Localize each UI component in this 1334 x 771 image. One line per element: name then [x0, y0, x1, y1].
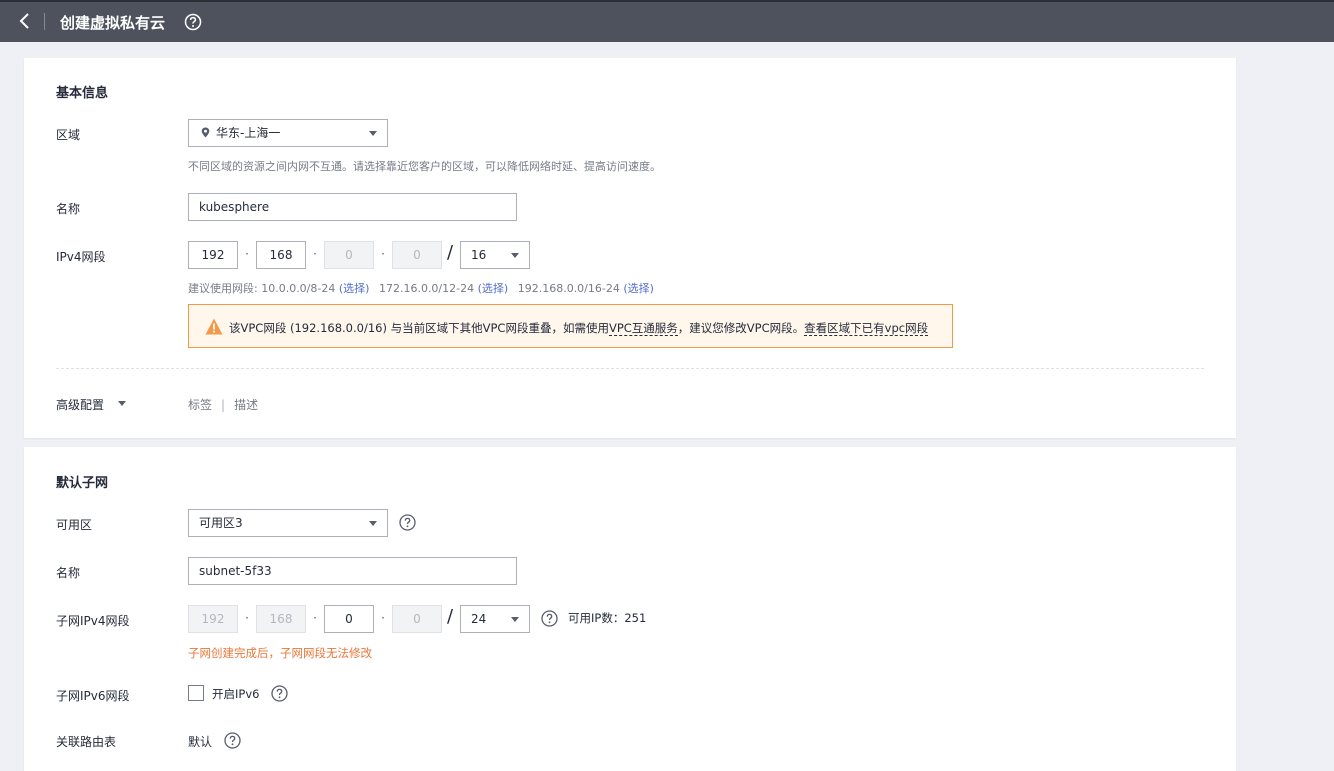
- az-select[interactable]: 可用区3: [188, 509, 388, 537]
- caret-down-icon: [369, 131, 377, 136]
- advanced-item-description: 描述: [234, 398, 259, 412]
- subnet-name-input[interactable]: subnet-5f33: [188, 557, 517, 585]
- subnet-ip-octet-2: 168: [256, 605, 306, 633]
- suggested-ranges: 建议使用网段: 10.0.0.0/8-24 (选择) 172.16.0.0/12…: [188, 280, 654, 296]
- default-subnet-card: 默认子网 可用区 可用区3 名称 subnet-5f33 子网IPv4网段 19…: [24, 447, 1236, 771]
- name-label: 名称: [56, 202, 81, 216]
- region-label: 区域: [56, 128, 81, 142]
- subnet-name-label: 名称: [56, 566, 81, 580]
- vpc-name-input[interactable]: kubesphere: [188, 193, 517, 221]
- subnet-ip-octet-3[interactable]: 0: [324, 605, 374, 633]
- select-range-3-link[interactable]: (选择): [623, 282, 654, 295]
- ip-octet-2[interactable]: 168: [256, 241, 306, 269]
- ip-dot: ·: [245, 611, 249, 625]
- subnet-notice: 子网创建完成后，子网网段无法修改: [188, 646, 372, 660]
- ip-dot: ·: [381, 247, 385, 261]
- title-divider: [44, 13, 45, 30]
- ip-dot: ·: [313, 611, 317, 625]
- ip-dot: ·: [381, 611, 385, 625]
- region-select[interactable]: 华东-上海一: [188, 119, 388, 147]
- mask-slash: /: [447, 242, 454, 263]
- ip-octet-3: 0: [324, 241, 374, 269]
- help-icon[interactable]: [271, 685, 288, 702]
- ipv4-label: IPv4网段: [56, 250, 106, 264]
- section-title-subnet: 默认子网: [56, 476, 109, 491]
- az-value: 可用区3: [199, 516, 243, 530]
- ip-octet-1[interactable]: 192: [188, 241, 238, 269]
- back-icon[interactable]: [14, 10, 36, 32]
- section-divider: [56, 368, 1204, 369]
- region-value: 华东-上海一: [216, 126, 281, 140]
- advanced-item-tags: 标签: [188, 398, 213, 412]
- subnet-mask-value: 24: [471, 612, 487, 626]
- ip-octet-4: 0: [392, 241, 442, 269]
- vpc-peering-link[interactable]: VPC互通服务: [608, 321, 678, 336]
- help-icon[interactable]: [541, 610, 558, 627]
- basic-info-card: 基本信息 区域 华东-上海一 不同区域的资源之间内网不互通。请选择靠近您客户的区…: [24, 58, 1236, 438]
- mask-value: 16: [471, 248, 487, 262]
- section-title-basic: 基本信息: [56, 86, 109, 101]
- top-bar: 创建虚拟私有云: [0, 0, 1334, 42]
- select-range-1-link[interactable]: (选择): [339, 282, 370, 295]
- subnet-ipv6-label: 子网IPv6网段: [56, 689, 130, 703]
- page-title: 创建虚拟私有云: [60, 14, 166, 32]
- subnet-ipv4-label: 子网IPv4网段: [56, 614, 130, 628]
- select-range-2-link[interactable]: (选择): [478, 282, 509, 295]
- caret-down-icon: [369, 521, 377, 526]
- advanced-summary: 标签 | 描述: [188, 398, 259, 412]
- caret-down-icon: [511, 253, 519, 258]
- warning-text-1: 该VPC网段 (192.168.0.0/16) 与当前区域下其他VPC网段重叠，…: [229, 321, 609, 335]
- caret-down-icon[interactable]: [118, 401, 126, 406]
- enable-ipv6-label[interactable]: 开启IPv6: [212, 686, 259, 702]
- warning-text: 该VPC网段 (192.168.0.0/16) 与当前区域下其他VPC网段重叠，…: [229, 320, 929, 336]
- warning-icon: [205, 318, 223, 335]
- mask-select[interactable]: 16: [460, 241, 530, 269]
- region-hint: 不同区域的资源之间内网不互通。请选择靠近您客户的区域，可以降低网络时延、提高访问…: [188, 160, 661, 173]
- help-icon[interactable]: [184, 13, 202, 31]
- warning-text-2: ，建议您修改VPC网段。: [677, 321, 805, 335]
- location-pin-icon: [201, 127, 210, 138]
- help-icon[interactable]: [399, 514, 416, 531]
- overlap-warning: 该VPC网段 (192.168.0.0/16) 与当前区域下其他VPC网段重叠，…: [188, 304, 953, 348]
- az-label: 可用区: [56, 518, 93, 532]
- view-existing-vpc-link[interactable]: 查看区域下已有vpc网段: [804, 321, 929, 336]
- subnet-ip-octet-4: 0: [392, 605, 442, 633]
- ip-dot: ·: [245, 247, 249, 261]
- advanced-config-label[interactable]: 高级配置: [56, 396, 104, 413]
- help-icon[interactable]: [224, 732, 241, 749]
- route-table-value: 默认: [188, 735, 213, 749]
- subnet-mask-select[interactable]: 24: [460, 605, 530, 633]
- enable-ipv6-checkbox[interactable]: [188, 685, 204, 701]
- caret-down-icon: [511, 617, 519, 622]
- route-table-label: 关联路由表: [56, 735, 117, 749]
- ip-dot: ·: [313, 247, 317, 261]
- mask-slash: /: [447, 606, 454, 627]
- suggest-range-2: 172.16.0.0/12-24: [378, 282, 475, 295]
- available-ip-count: 可用IP数：251: [568, 611, 647, 625]
- suggest-range-3: 192.168.0.0/16-24: [517, 282, 620, 295]
- suggest-range-1: 建议使用网段: 10.0.0.0/8-24: [188, 282, 336, 295]
- subnet-ip-octet-1: 192: [188, 605, 238, 633]
